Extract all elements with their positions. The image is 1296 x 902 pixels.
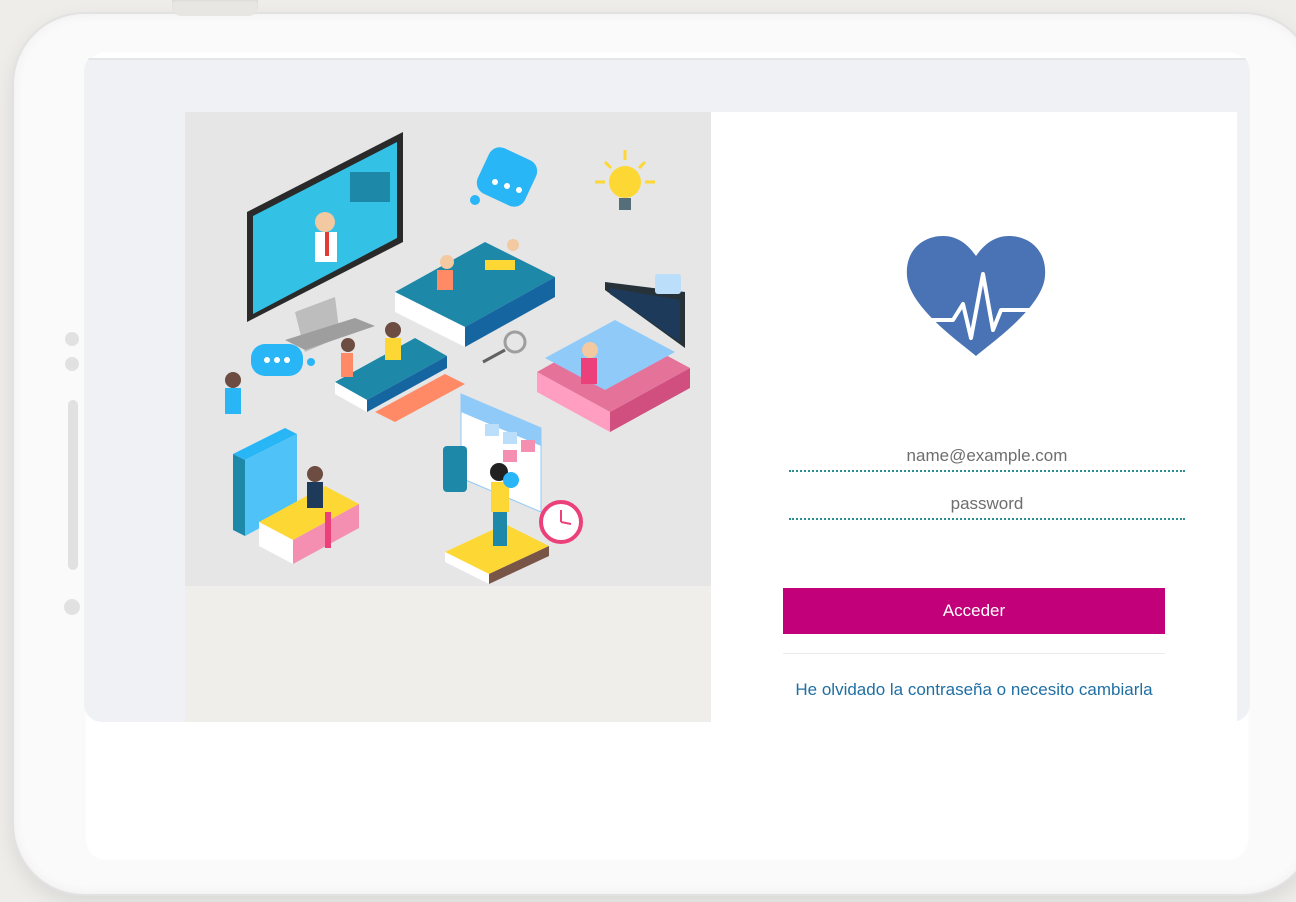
magnifier-icon bbox=[482, 330, 527, 364]
person-icon bbox=[225, 372, 241, 414]
side-dot bbox=[65, 332, 79, 346]
book-icon bbox=[395, 239, 555, 347]
login-panel: Acceder He olvidado la contraseña o nece… bbox=[711, 112, 1237, 772]
lightbulb-icon bbox=[595, 150, 655, 210]
online-education-illustration bbox=[185, 112, 711, 586]
side-dot bbox=[65, 357, 79, 371]
heart-pulse-icon bbox=[903, 234, 1049, 358]
divider bbox=[783, 653, 1165, 654]
device-screen: Acceder He olvidado la contraseña o nece… bbox=[84, 50, 1250, 862]
calendar-icon bbox=[460, 393, 583, 544]
side-button bbox=[68, 400, 78, 570]
monitor-icon bbox=[247, 132, 403, 352]
device-top-tab bbox=[172, 0, 258, 16]
email-field[interactable] bbox=[789, 442, 1185, 472]
illustration-panel bbox=[185, 112, 711, 722]
laptop-icon bbox=[537, 274, 690, 432]
forgot-password-link[interactable]: He olvidado la contraseña o necesito cam… bbox=[783, 676, 1165, 704]
login-button[interactable]: Acceder bbox=[783, 588, 1165, 634]
home-button bbox=[64, 599, 80, 615]
chat-bubble-icon bbox=[470, 147, 538, 207]
password-field[interactable] bbox=[789, 490, 1185, 520]
